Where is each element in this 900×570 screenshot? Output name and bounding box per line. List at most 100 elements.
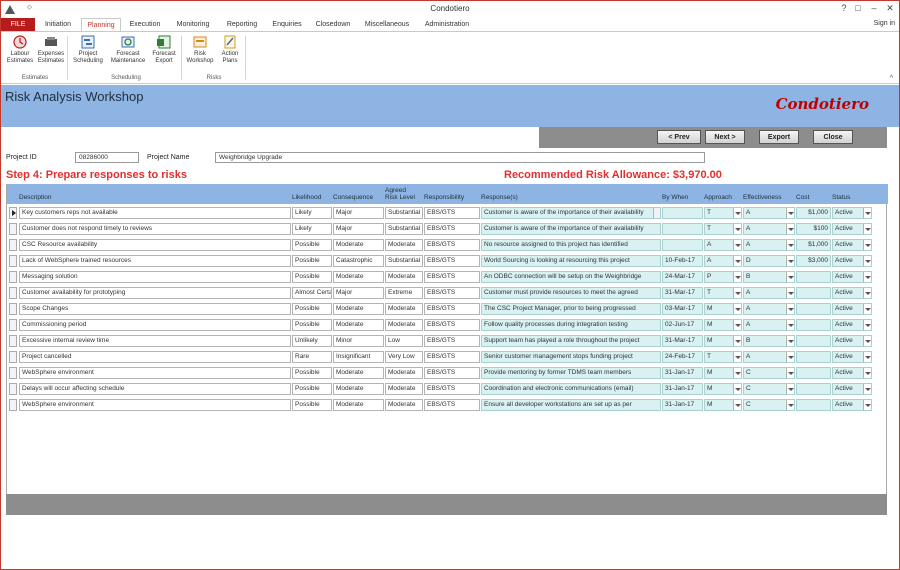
effectiveness-dropdown[interactable]: A	[743, 223, 795, 235]
row-selector[interactable]	[9, 271, 17, 283]
chevron-down-icon[interactable]	[863, 256, 871, 266]
row-selector[interactable]	[9, 399, 17, 411]
likelihood-cell[interactable]: Rare	[292, 351, 332, 363]
cost-cell[interactable]	[796, 351, 831, 363]
effectiveness-dropdown[interactable]: A	[743, 239, 795, 251]
agreed-risk-level-cell[interactable]: Moderate	[385, 319, 423, 331]
status-dropdown[interactable]: Active	[832, 351, 872, 363]
status-dropdown[interactable]: Active	[832, 335, 872, 347]
chevron-down-icon[interactable]	[733, 256, 741, 266]
chevron-down-icon[interactable]	[733, 304, 741, 314]
tab-closedown[interactable]: Closedown	[311, 18, 355, 32]
approach-dropdown[interactable]: P	[704, 271, 742, 283]
tab-enquiries[interactable]: Enquiries	[267, 18, 307, 32]
status-dropdown[interactable]: Active	[832, 223, 872, 235]
labour-estimates-button[interactable]: Labour Estimates	[3, 34, 37, 65]
description-cell[interactable]: Customer availability for prototyping	[19, 287, 291, 299]
by-when-cell[interactable]: 24-Mar-17	[662, 271, 703, 283]
cost-cell[interactable]	[796, 271, 831, 283]
response-cell[interactable]: Ensure all developer workstations are se…	[481, 399, 661, 411]
project-id-field[interactable]: 08286000	[75, 152, 139, 163]
response-cell[interactable]: Customer must provide resources to meet …	[481, 287, 661, 299]
consequence-cell[interactable]: Major	[333, 207, 384, 219]
responsibility-cell[interactable]: EBS/GTS	[424, 383, 480, 395]
row-selector[interactable]	[9, 287, 17, 299]
status-dropdown[interactable]: Active	[832, 239, 872, 251]
likelihood-cell[interactable]: Unlikely	[292, 335, 332, 347]
agreed-risk-level-cell[interactable]: Moderate	[385, 399, 423, 411]
risk-workshop-button[interactable]: Risk Workshop	[183, 34, 217, 65]
status-dropdown[interactable]: Active	[832, 303, 872, 315]
approach-dropdown[interactable]: M	[704, 367, 742, 379]
approach-dropdown[interactable]: T	[704, 223, 742, 235]
chevron-down-icon[interactable]	[863, 384, 871, 394]
chevron-down-icon[interactable]	[863, 304, 871, 314]
likelihood-cell[interactable]: Possible	[292, 319, 332, 331]
chevron-down-icon[interactable]	[733, 368, 741, 378]
chevron-down-icon[interactable]	[786, 352, 794, 362]
row-selector[interactable]	[9, 255, 17, 267]
description-cell[interactable]: WebSphere environment	[19, 367, 291, 379]
cost-cell[interactable]	[796, 367, 831, 379]
agreed-risk-level-cell[interactable]: Substantial	[385, 207, 423, 219]
likelihood-cell[interactable]: Possible	[292, 255, 332, 267]
effectiveness-dropdown[interactable]: A	[743, 319, 795, 331]
minimize-icon[interactable]: –	[867, 3, 881, 13]
responsibility-cell[interactable]: EBS/GTS	[424, 287, 480, 299]
response-cell[interactable]: Customer is aware of the importance of t…	[481, 207, 661, 219]
chevron-down-icon[interactable]	[733, 336, 741, 346]
responsibility-cell[interactable]: EBS/GTS	[424, 239, 480, 251]
cost-cell[interactable]: $3,000	[796, 255, 831, 267]
chevron-down-icon[interactable]	[733, 224, 741, 234]
by-when-cell[interactable]: 31-Mar-17	[662, 335, 703, 347]
effectiveness-dropdown[interactable]: C	[743, 399, 795, 411]
chevron-down-icon[interactable]	[733, 352, 741, 362]
response-cell[interactable]: An ODBC connection will be setup on the …	[481, 271, 661, 283]
description-cell[interactable]: Customer does not respond timely to revi…	[19, 223, 291, 235]
description-cell[interactable]: Delays will occur affecting schedule	[19, 383, 291, 395]
likelihood-cell[interactable]: Almost Certain	[292, 287, 332, 299]
project-scheduling-button[interactable]: Project Scheduling	[71, 34, 105, 65]
agreed-risk-level-cell[interactable]: Extreme	[385, 287, 423, 299]
description-cell[interactable]: Project cancelled	[19, 351, 291, 363]
consequence-cell[interactable]: Minor	[333, 335, 384, 347]
row-selector[interactable]	[9, 383, 17, 395]
responsibility-cell[interactable]: EBS/GTS	[424, 207, 480, 219]
response-cell[interactable]: No resource assigned to this project has…	[481, 239, 661, 251]
likelihood-cell[interactable]: Possible	[292, 399, 332, 411]
agreed-risk-level-cell[interactable]: Moderate	[385, 303, 423, 315]
chevron-down-icon[interactable]	[786, 240, 794, 250]
chevron-down-icon[interactable]	[733, 400, 741, 410]
chevron-down-icon[interactable]	[786, 208, 794, 218]
collapse-ribbon-icon[interactable]: ^	[890, 75, 893, 82]
scroll-spinner-icon[interactable]	[653, 208, 660, 218]
effectiveness-dropdown[interactable]: A	[743, 287, 795, 299]
forecast-export-button[interactable]: Forecast Export	[147, 34, 181, 65]
status-dropdown[interactable]: Active	[832, 383, 872, 395]
by-when-cell[interactable]: 02-Jun-17	[662, 319, 703, 331]
responsibility-cell[interactable]: EBS/GTS	[424, 303, 480, 315]
consequence-cell[interactable]: Insignificant	[333, 351, 384, 363]
effectiveness-dropdown[interactable]: C	[743, 367, 795, 379]
by-when-cell[interactable]: 03-Mar-17	[662, 303, 703, 315]
responsibility-cell[interactable]: EBS/GTS	[424, 351, 480, 363]
by-when-cell[interactable]: 31-Jan-17	[662, 399, 703, 411]
responsibility-cell[interactable]: EBS/GTS	[424, 399, 480, 411]
tab-file[interactable]: FILE	[1, 18, 35, 32]
close-icon[interactable]: ✕	[883, 3, 897, 14]
export-button[interactable]: Export	[759, 130, 799, 144]
likelihood-cell[interactable]: Likely	[292, 223, 332, 235]
tab-monitoring[interactable]: Monitoring	[171, 18, 215, 32]
effectiveness-dropdown[interactable]: A	[743, 207, 795, 219]
effectiveness-dropdown[interactable]: B	[743, 271, 795, 283]
chevron-down-icon[interactable]	[786, 320, 794, 330]
row-selector[interactable]	[9, 335, 17, 347]
cost-cell[interactable]	[796, 399, 831, 411]
chevron-down-icon[interactable]	[863, 224, 871, 234]
agreed-risk-level-cell[interactable]: Substantial	[385, 255, 423, 267]
chevron-down-icon[interactable]	[863, 400, 871, 410]
chevron-down-icon[interactable]	[863, 240, 871, 250]
description-cell[interactable]: Scope Changes	[19, 303, 291, 315]
chevron-down-icon[interactable]	[786, 272, 794, 282]
approach-dropdown[interactable]: M	[704, 383, 742, 395]
